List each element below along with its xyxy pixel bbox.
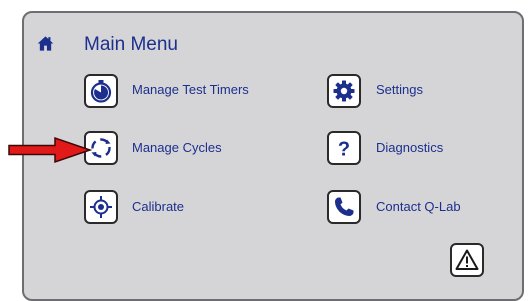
- phone-icon: [335, 197, 354, 216]
- svg-text:?: ?: [338, 139, 350, 161]
- crosshair-icon: [90, 196, 112, 218]
- gear-icon: [333, 80, 355, 102]
- home-icon[interactable]: [37, 35, 54, 52]
- calibrate-button[interactable]: [84, 190, 118, 224]
- warning-icon: [455, 249, 479, 270]
- manage-test-timers-label[interactable]: Manage Test Timers: [132, 82, 249, 98]
- calibrate-label[interactable]: Calibrate: [132, 199, 184, 215]
- contact-q-lab-button[interactable]: [327, 190, 361, 224]
- cycle-icon: [91, 138, 111, 158]
- contact-q-lab-label[interactable]: Contact Q-Lab: [376, 199, 461, 215]
- settings-button[interactable]: [327, 74, 361, 108]
- red-arrow-icon: [8, 136, 92, 164]
- stopwatch-icon: [90, 80, 112, 103]
- manage-test-timers-button[interactable]: [84, 74, 118, 108]
- page-title: Main Menu: [84, 34, 178, 55]
- manage-cycles-label[interactable]: Manage Cycles: [132, 140, 222, 156]
- warning-button[interactable]: [450, 243, 484, 277]
- diagnostics-label[interactable]: Diagnostics: [376, 140, 443, 156]
- settings-label[interactable]: Settings: [376, 82, 423, 98]
- question-icon: ?: [338, 139, 350, 161]
- diagnostics-button[interactable]: ?: [327, 131, 361, 165]
